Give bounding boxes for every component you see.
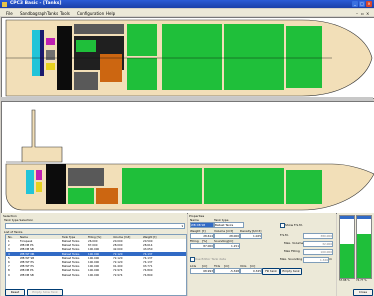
mdi-close-icon[interactable]: × [366,11,369,16]
max-sounding-label: Max. Sounding [280,257,303,261]
max-filling-label: Max Filling [284,249,300,253]
gauge-right-value: 74.77 % [356,279,367,282]
aft-tank-darkblue [40,30,44,76]
superstructure [6,109,63,163]
app-icon [2,1,7,7]
vcg-field[interactable]: 0.345 [240,268,262,274]
density-field[interactable]: 1.025 [240,233,262,239]
profile-hold-1 [122,168,202,204]
cell-no: 9 [8,272,10,277]
profile-tank-orange [96,188,118,204]
title-bar: CPC3 Basic - [Tanks] _ □ × [0,0,374,8]
selection-panel: Selection Tank type Selection ▾ List of … [1,213,187,296]
chevron-down-icon: ▾ [181,224,183,228]
gauge-right-fill [357,233,371,278]
tank-green-2 [127,24,157,56]
cell-volume: 72.974 [113,272,123,277]
cell-filling: 100.000 [88,272,100,277]
cargo-hold-1 [162,24,222,90]
menu-help[interactable]: Help [106,11,115,16]
tcg-field[interactable]: -5.348 [214,268,240,274]
mdi-minimize-icon[interactable]: – [356,11,358,16]
aft-tank-magenta [46,38,55,45]
menu-bar: File Sandbagraph Tanks Tools Configurati… [0,9,374,16]
profile-engine-room [46,164,66,204]
menu-file[interactable]: File [6,11,13,16]
profile-tank-magenta [36,170,42,180]
profile-view[interactable] [1,101,374,214]
profile-tank-green-1 [68,188,94,204]
minimize-icon[interactable]: _ [352,1,358,7]
gauges-panel: 57.88 % 74.77 % Close [337,213,374,296]
gauge-right-header [357,216,371,219]
menu-tanks[interactable]: Tanks [47,11,58,16]
mdi-restore-icon[interactable]: ▫ [361,11,364,16]
plan-view[interactable] [1,17,374,99]
lcg-field[interactable]: 68.993 [190,268,214,274]
profile-tank-grey [68,168,104,186]
empty-slow-tank-button[interactable]: Empty Slow Tank [27,289,63,296]
cargo-hold-3 [286,26,322,88]
menu-sandbagraph[interactable]: Sandbagraph [20,11,47,16]
use-editor-label: Use Editor Tank data [195,257,226,261]
profile-tank-yellow [36,182,42,192]
profile-hold-3 [286,170,322,204]
gauge-left-header [340,216,354,219]
cargo-hold-2 [224,24,284,90]
aft-tank-cyan [32,30,40,76]
fill-tank-button[interactable]: Fill tank [262,267,280,275]
tank-table[interactable]: No. Name Tank Type Filling [%] Volume [m… [5,234,187,296]
gauge-left-value: 57.88 % [339,279,350,282]
close-icon[interactable]: × [366,1,372,7]
name-field[interactable]: WB DB SB [190,222,214,228]
tank-grey-1 [74,24,124,34]
show-fsm-label: Show F.S.M. [285,223,303,227]
max-sounding-unit: m [329,257,332,261]
fsm-field[interactable]: 380.000 [303,232,333,239]
cell-name: WB DB SB [20,272,34,277]
gauge-left [339,215,355,279]
gauge-right [356,215,372,279]
profile-tank-cyan [26,170,34,194]
reset-button[interactable]: Reset [5,289,25,296]
tank-green-1 [76,40,96,52]
gauge-left-fill [340,243,354,278]
max-volume-field[interactable]: 32.000 [303,240,333,247]
aft-tank-grey [46,50,55,60]
max-sounding-field[interactable]: 1.326 [303,256,329,263]
max-volume-label: Max. Volume [284,241,304,245]
max-filling-field[interactable]: 100.000 [303,248,333,255]
filling-field[interactable]: 87.000 [190,243,214,249]
menu-configuration[interactable]: Configuration [77,11,104,16]
tank-type-field[interactable]: Ballast Tanks [214,222,244,228]
table-row[interactable]: 9 WB DB SB Ballast Tanks 100.000 72.974 74.80… [6,273,186,277]
empty-tank-button[interactable]: Empty tank [280,267,302,275]
profile-hold-2 [204,168,284,204]
maximize-icon[interactable]: □ [359,1,365,7]
properties-panel: Properties Name Tank type WB DB SB Balla… [188,213,336,296]
cell-tank-type: Ballast Tanks [62,272,80,277]
fsm-label: F.S.M. [280,233,289,237]
window-title: CPC3 Basic - [Tanks] [10,1,62,6]
tank-green-3 [127,58,157,90]
menu-tools[interactable]: Tools [60,11,70,16]
tank-type-select[interactable]: ▾ [5,223,185,229]
close-button[interactable]: Close [353,289,373,296]
sounding-field[interactable]: 1.151 [214,243,240,249]
aft-tank-yellow [46,63,55,70]
tank-type-label: Tank type Selection [4,218,34,222]
cell-weight: 74.800 [143,272,153,277]
tank-grey-2 [74,72,98,90]
